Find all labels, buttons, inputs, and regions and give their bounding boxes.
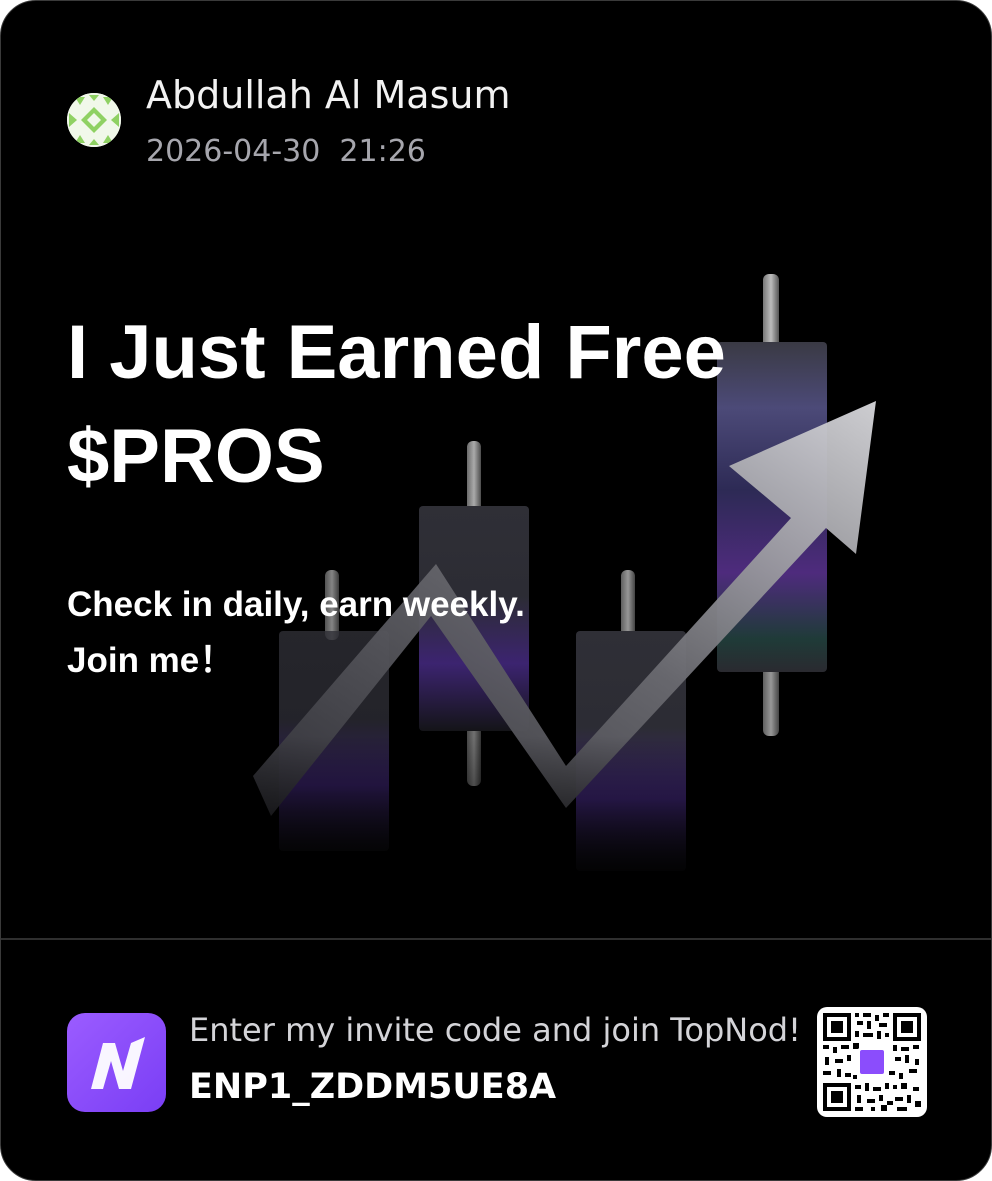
invite-code[interactable]: ENP1_ZDDM5UE8A — [189, 1067, 556, 1107]
username: Abdullah Al Masum — [146, 73, 511, 117]
headline-line-2: $PROS — [67, 414, 325, 499]
subtext-line-1: Check in daily, earn weekly. — [67, 585, 525, 624]
subtext: Check in daily, earn weekly. Join me！ — [67, 577, 767, 689]
post-datetime: 2026-04-30 21:26 — [146, 134, 426, 169]
headline-line-1: I Just Earned Free — [67, 310, 726, 395]
invite-prompt: Enter my invite code and join TopNod! — [189, 1011, 801, 1049]
share-card: Abdullah Al Masum 2026-04-30 21:26 I Jus… — [0, 0, 992, 1181]
avatar-pattern-icon — [67, 93, 121, 147]
qr-code-icon[interactable] — [817, 1007, 927, 1117]
divider — [1, 938, 991, 940]
topnod-logo-icon — [67, 1013, 166, 1112]
qr-center-logo-icon — [857, 1047, 887, 1077]
subtext-line-2: Join me！ — [67, 641, 235, 680]
headline: I Just Earned Free $PROS — [67, 301, 827, 509]
avatar — [67, 93, 121, 147]
